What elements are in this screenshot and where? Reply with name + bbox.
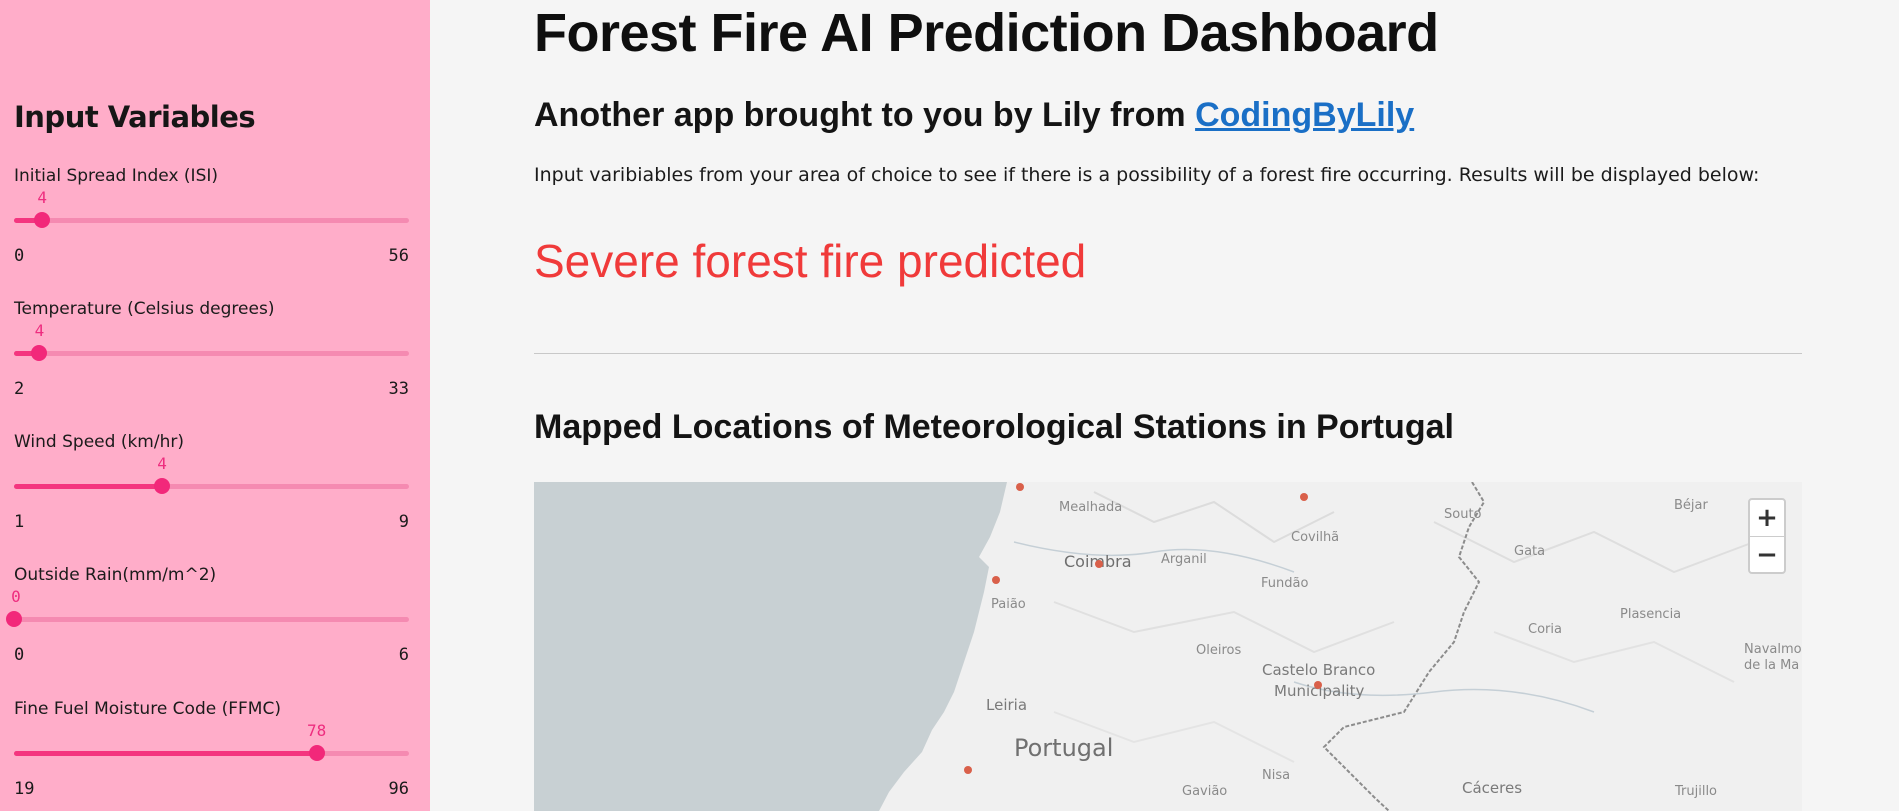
slider-temperature[interactable]: Temperature (Celsius degrees) 4 2 33 [14,299,409,419]
station-marker[interactable] [1095,560,1103,568]
map-label: Coria [1528,622,1562,637]
page-title: Forest Fire AI Prediction Dashboard [534,3,1439,63]
slider-thumb[interactable] [308,745,325,761]
slider-min: 0 [14,246,25,266]
slider-track[interactable] [14,617,409,622]
slider-label: Initial Spread Index (ISI) [14,166,218,186]
slider-value: 0 [11,587,21,606]
map-label: Castelo Branco [1262,661,1376,679]
map-label: Gata [1514,544,1546,559]
slider-value: 4 [34,321,45,340]
main-content: Forest Fire AI Prediction Dashboard Anot… [534,0,1802,811]
map-label: Leiria [986,696,1028,714]
intro-text: Input varibiables from your area of choi… [534,164,1760,186]
map-label: Oleiros [1196,643,1242,658]
map-label: Navalmor [1744,642,1802,657]
sidebar: Input Variables Initial Spread Index (IS… [0,0,430,811]
slider-isi[interactable]: Initial Spread Index (ISI) 4 0 56 [14,166,409,286]
slider-min: 19 [14,779,35,799]
slider-label: Outside Rain(mm/m^2) [14,565,217,585]
slider-track[interactable] [14,351,409,356]
slider-thumb[interactable] [154,478,171,494]
slider-max: 33 [388,379,409,399]
country-border [1322,482,1486,811]
slider-min: 2 [14,379,25,399]
station-map[interactable]: Mealhada Coimbra Arganil Covilhã Souto B… [534,482,1802,811]
station-marker[interactable] [1016,483,1024,491]
station-marker[interactable] [964,766,972,774]
slider-value: 4 [37,188,48,207]
slider-thumb[interactable] [6,611,22,627]
map-label: Plasencia [1620,607,1682,622]
ocean [534,482,1007,811]
map-label: Trujillo [1675,784,1718,799]
slider-label: Fine Fuel Moisture Code (FFMC) [14,699,281,719]
map-label: Arganil [1161,552,1207,567]
zoom-control: + − [1748,498,1786,574]
map-terrain [534,482,1755,811]
station-marker[interactable] [1314,681,1322,689]
map-label: Gavião [1182,784,1228,799]
map-label: de la Ma [1744,658,1800,673]
slider-fill [14,484,163,489]
zoom-in-button[interactable]: + [1750,500,1784,536]
slider-min: 0 [14,645,25,665]
map-label: Cáceres [1462,779,1523,797]
slider-thumb[interactable] [31,345,48,361]
slider-value: 78 [307,721,327,740]
subtitle: Another app brought to you by Lily from … [534,96,1414,135]
prediction-result: Severe forest fire predicted [534,235,1087,287]
slider-max: 9 [398,512,409,532]
slider-min: 1 [14,512,25,532]
map-label: Paião [991,597,1026,612]
slider-value: 4 [157,454,167,473]
map-label: Portugal [1014,734,1114,762]
subtitle-text: Another app brought to you by Lily from [534,96,1196,134]
map-label: Béjar [1674,498,1708,513]
sidebar-title: Input Variables [14,100,256,134]
station-marker[interactable] [992,576,1000,584]
map-label: Souto [1444,507,1482,522]
map-label: Nisa [1262,768,1291,783]
slider-label: Temperature (Celsius degrees) [14,299,275,319]
slider-track[interactable] [14,218,409,223]
slider-max: 56 [388,246,409,266]
slider-ffmc[interactable]: Fine Fuel Moisture Code (FFMC) 78 19 96 [14,699,409,811]
map-label: Fundão [1261,576,1309,591]
slider-wind-speed[interactable]: Wind Speed (km/hr) 4 1 9 [14,432,409,552]
station-marker[interactable] [1300,493,1308,501]
slider-fill [14,751,317,756]
map-label: Covilhã [1291,530,1340,545]
slider-thumb[interactable] [34,212,51,228]
slider-label: Wind Speed (km/hr) [14,432,184,452]
map-heading: Mapped Locations of Meteorological Stati… [534,408,1454,446]
map-label: Mealhada [1059,500,1123,515]
zoom-out-button[interactable]: − [1750,536,1784,572]
slider-max: 96 [388,779,409,799]
slider-outside-rain[interactable]: Outside Rain(mm/m^2) 0 0 6 [6,565,409,685]
slider-max: 6 [398,645,409,665]
codingbylily-link[interactable]: CodingByLily [1195,96,1414,134]
divider [534,353,1802,354]
